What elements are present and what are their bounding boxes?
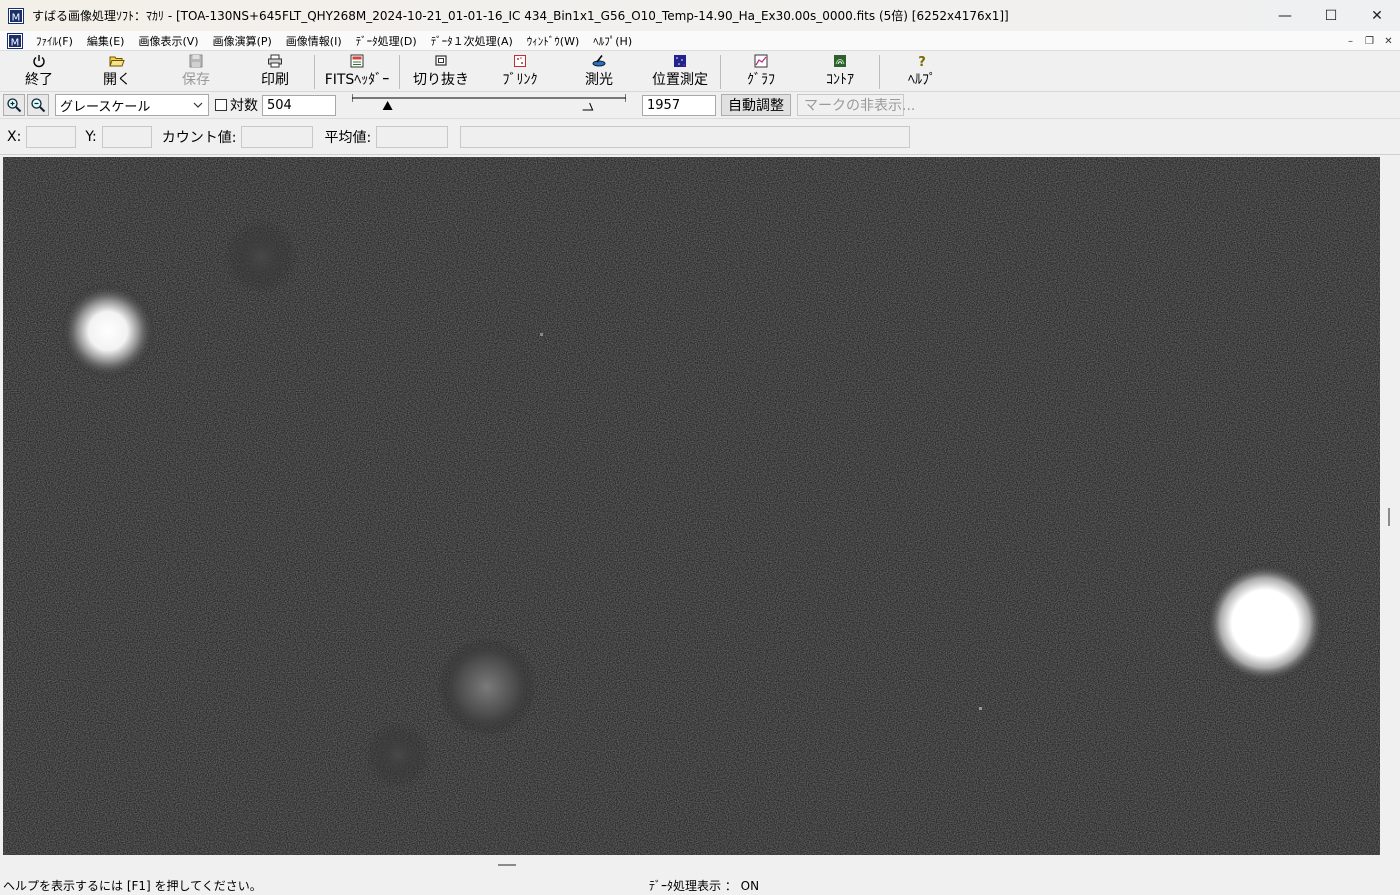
save-button[interactable]: 保存 [156,51,236,91]
photometry-button[interactable]: 測光 [558,51,640,91]
zoom-out-button[interactable] [27,94,49,116]
chevron-down-icon [193,102,203,108]
menu-bar: M ﾌｧｲﾙ(F) 編集(E) 画像表示(V) 画像演算(P) 画像情報(I) … [0,31,1400,51]
menu-data-processing[interactable]: ﾃﾞｰﾀ処理(D) [349,33,424,49]
crop-label: 切り抜き [413,72,469,88]
display-options-bar: グレースケール 対数 504 1957 自動調整 マークの非表示... [0,92,1400,119]
log-scale-checkbox-wrap[interactable]: 対数 [215,95,258,115]
fits-header-icon [350,54,364,68]
power-icon [33,55,45,68]
exit-button[interactable]: 終了 [0,51,78,91]
app-icon: M [8,7,24,24]
save-label: 保存 [182,72,210,88]
maximize-button[interactable]: ☐ [1308,0,1354,31]
astrometry-icon [674,55,686,67]
mean-value-label: 平均値: [324,130,372,146]
color-mode-select[interactable]: グレースケール [55,94,209,116]
max-level-input[interactable]: 1957 [642,94,716,116]
help-question-icon: ? [918,55,926,68]
photometry-label: 測光 [585,72,613,88]
log-scale-label: 対数 [230,98,258,114]
crop-button[interactable]: 切り抜き [400,51,482,91]
y-coord-label: Y: [85,129,97,145]
crop-icon [435,55,447,66]
main-toolbar: 終了 開く 保存 印刷 FITSﾍｯﾀﾞｰ 切り抜き ﾌﾞﾘﾝｸ 測光 位置測定… [0,52,1400,92]
graph-button[interactable]: ｸﾞﾗﾌ [721,51,801,91]
fits-image-canvas[interactable] [3,157,1380,855]
zoom-in-button[interactable] [3,94,25,116]
menu-edit[interactable]: 編集(E) [80,33,132,49]
auto-adjust-button[interactable]: 自動調整 [721,94,791,116]
status-help-hint: ヘルプを表示するには [F1] を押してください。 [3,878,262,893]
open-button[interactable]: 開く [78,51,156,91]
min-level-input[interactable]: 504 [262,94,336,116]
photometry-icon [592,55,606,67]
count-value-field [241,126,314,148]
coordinate-readout-bar: X: Y: カウント値: 平均値: [0,120,1400,155]
hide-marks-button[interactable]: マークの非表示... [797,94,915,116]
zoom-out-icon [31,98,46,113]
blink-button[interactable]: ﾌﾞﾘﾝｸ [482,51,558,91]
svg-text:M: M [11,37,20,48]
mean-value-field [376,126,449,148]
pane-splitter[interactable] [0,857,1400,874]
fits-header-button[interactable]: FITSﾍｯﾀﾞｰ [315,51,399,91]
svg-text:?: ? [918,55,926,68]
star-field-image [3,157,1380,855]
graph-label: ｸﾞﾗﾌ [747,72,775,88]
menu-view[interactable]: 画像表示(V) [131,33,205,49]
astrometry-button[interactable]: 位置測定 [640,51,720,91]
menu-image-info[interactable]: 画像情報(I) [279,33,349,49]
status-bar: ヘルプを表示するには [F1] を押してください。 ﾃﾞｰﾀ処理表示 ： ON [0,875,1400,895]
mdi-close-button[interactable]: ✕ [1379,33,1398,49]
blink-label: ﾌﾞﾘﾝｸ [502,72,538,88]
contour-button[interactable]: ｺﾝﾄｱ [801,51,879,91]
max-slider-thumb[interactable] [582,102,594,111]
document-icon[interactable]: M [7,32,23,49]
svg-text:M: M [12,12,21,23]
mdi-restore-button[interactable]: ❐ [1360,33,1379,49]
blink-icon [514,55,526,67]
status-data-mode: ﾃﾞｰﾀ処理表示 ： ON [649,878,760,893]
zoom-in-icon [7,98,22,113]
menu-file[interactable]: ﾌｧｲﾙ(F) [29,33,80,49]
level-range-slider[interactable] [351,93,627,117]
scrollbar-grip-icon[interactable] [1388,508,1390,526]
color-mode-value: グレースケール [60,99,151,115]
contour-icon [834,55,846,67]
info-field [460,126,911,148]
menu-window[interactable]: ｳｨﾝﾄﾞｳ(W) [520,33,586,49]
window-title: すばる画像処理ｿﾌﾄ：ﾏｶﾘ - [TOA-130NS+645FLT_QHY26… [32,9,1009,23]
vertical-scrollbar[interactable] [1380,156,1400,857]
close-button[interactable]: ✕ [1354,0,1400,31]
fits-header-label: FITSﾍｯﾀﾞｰ [324,72,390,88]
exit-label: 終了 [25,72,53,88]
title-bar: M すばる画像処理ｿﾌﾄ：ﾏｶﾘ - [TOA-130NS+645FLT_QHY… [0,0,1400,31]
open-label: 開く [103,72,131,88]
astrometry-label: 位置測定 [652,72,708,88]
count-value-label: カウント値: [161,130,237,146]
mdi-minimize-button[interactable]: – [1341,33,1360,49]
x-coord-field [26,126,77,148]
contour-label: ｺﾝﾄｱ [826,72,854,88]
y-coord-field [101,126,152,148]
help-label: ﾍﾙﾌﾟ [908,72,936,88]
x-coord-label: X: [7,129,22,145]
printer-icon [268,54,282,68]
log-scale-checkbox[interactable] [215,99,227,111]
minimize-button[interactable]: — [1262,0,1308,31]
menu-help[interactable]: ﾍﾙﾌﾟ(H) [586,33,639,49]
open-folder-icon [109,56,125,67]
print-button[interactable]: 印刷 [236,51,314,91]
menu-data-primary-processing[interactable]: ﾃﾞｰﾀ１次処理(A) [424,33,520,49]
help-button[interactable]: ? ﾍﾙﾌﾟ [880,51,964,91]
graph-icon [754,54,768,68]
print-label: 印刷 [261,72,289,88]
menu-image-operation[interactable]: 画像演算(P) [206,33,279,49]
floppy-disk-icon [189,54,203,68]
image-view-area [0,156,1400,857]
splitter-grip-icon[interactable] [498,864,516,866]
min-slider-thumb[interactable] [382,101,393,110]
